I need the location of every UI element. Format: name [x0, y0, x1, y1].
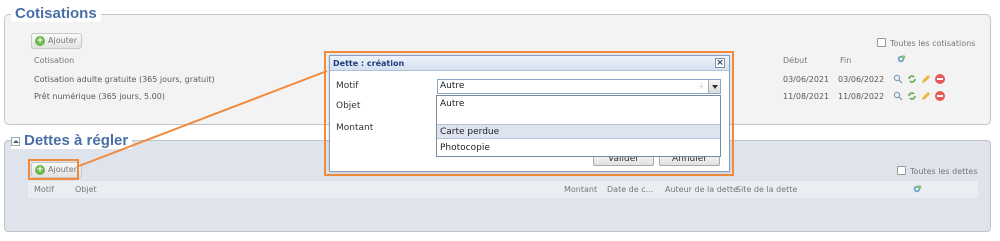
col-montant-header: Montant [564, 185, 598, 194]
col-debut-header: Début [783, 56, 808, 65]
col-cotisation-header: Cotisation [34, 56, 75, 65]
motif-label: Motif [336, 81, 359, 91]
cotisation-name: Prêt numérique (365 jours, 5.00) [34, 92, 165, 101]
refresh-icon[interactable] [907, 74, 917, 84]
montant-label: Montant [336, 123, 374, 133]
toutes-dettes-label: Toutes les dettes [910, 167, 978, 176]
dialog-title-bar: Dette : création × [330, 56, 729, 71]
motif-select[interactable]: Autre ⍭ [437, 79, 721, 94]
motif-dropdown-list: Autre Carte perdue Photocopie [436, 95, 721, 157]
gear-icon[interactable] [912, 184, 922, 196]
dropdown-option-photocopie[interactable]: Photocopie [437, 141, 720, 156]
magnify-icon[interactable] [893, 74, 903, 84]
cancel-icon[interactable] [935, 74, 945, 84]
pencil-icon[interactable] [921, 91, 931, 101]
chevron-down-icon[interactable] [708, 80, 720, 93]
toutes-cotisations-checkbox[interactable] [877, 38, 886, 47]
add-cotisation-button[interactable]: + Ajouter [31, 33, 83, 49]
add-cotisation-label: Ajouter [48, 36, 78, 45]
magnify-icon[interactable] [893, 91, 903, 101]
dettes-table-header: Motif Objet Montant Date de c... Auteur … [28, 181, 978, 198]
cotisation-fin: 03/06/2022 [838, 75, 885, 84]
cotisation-debut: 11/08/2021 [783, 92, 830, 101]
col-auteur-header: Auteur de la dette [665, 185, 738, 194]
dettes-title: Dettes à régler [24, 132, 129, 149]
plus-icon: + [35, 36, 45, 46]
motif-select-value: Autre [440, 81, 465, 91]
pencil-icon[interactable] [921, 74, 931, 84]
cancel-icon[interactable] [935, 91, 945, 101]
col-fin-header: Fin [840, 56, 852, 65]
col-objet-header: Objet [75, 185, 97, 194]
toutes-cotisations-label: Toutes les cotisations [890, 39, 976, 48]
dropdown-option-carte-perdue[interactable]: Carte perdue [437, 124, 720, 139]
dettes-header: Dettes à régler [11, 132, 133, 149]
toutes-dettes-checkbox[interactable] [897, 166, 906, 175]
cotisation-debut: 03/06/2021 [783, 75, 830, 84]
gear-icon[interactable] [896, 54, 906, 66]
refresh-icon[interactable] [907, 91, 917, 101]
cursor-icon: ⍭ [698, 82, 704, 92]
objet-label: Objet [336, 101, 361, 111]
collapse-icon[interactable] [11, 136, 20, 146]
dialog-title: Dette : création [333, 59, 405, 68]
col-site-header: Site de la dette [736, 185, 798, 194]
add-button-highlight [28, 159, 79, 180]
dropdown-option-autre[interactable]: Autre [437, 97, 720, 112]
cotisations-title: Cotisations [11, 6, 101, 22]
col-motif-header: Motif [34, 185, 54, 194]
cotisation-fin: 11/08/2022 [838, 92, 885, 101]
cotisation-name: Cotisation adulte gratuite (365 jours, g… [34, 75, 215, 84]
col-date-header: Date de c... [607, 185, 654, 194]
close-icon[interactable]: × [715, 58, 725, 68]
